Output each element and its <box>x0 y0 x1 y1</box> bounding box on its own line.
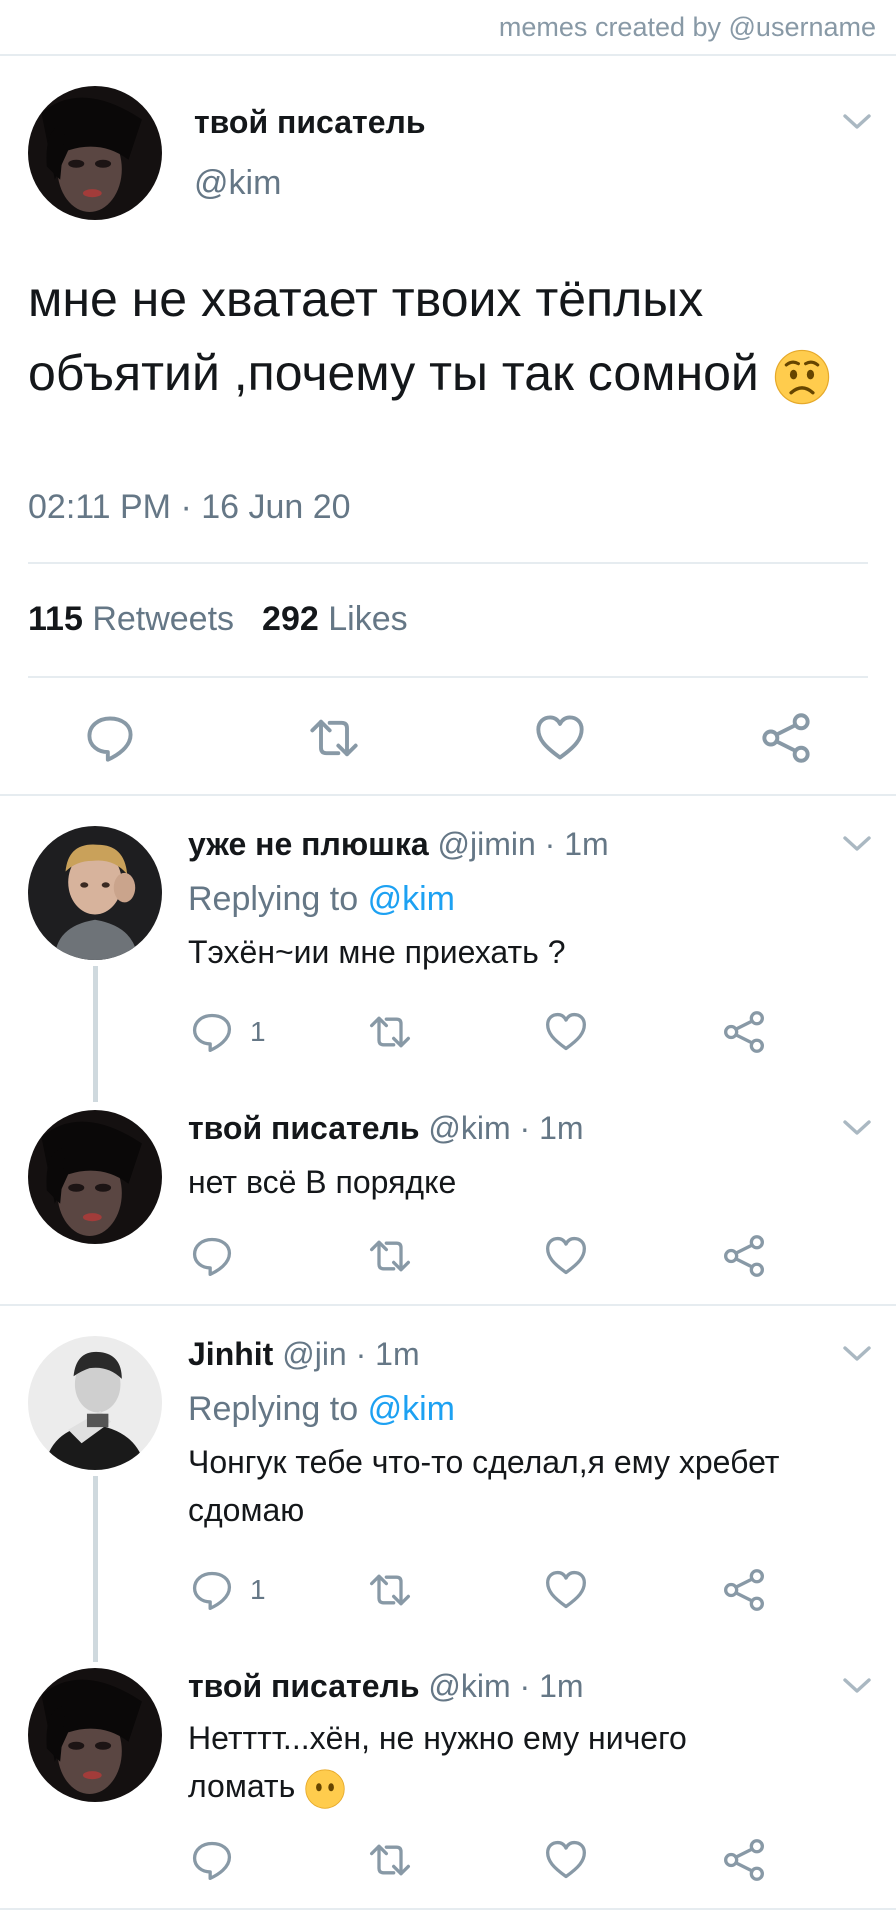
worried-face-icon <box>773 348 831 406</box>
divider <box>0 1908 896 1910</box>
handle[interactable]: @jin <box>282 1336 347 1372</box>
avatar[interactable] <box>28 1336 162 1470</box>
share-icon[interactable] <box>722 1234 766 1278</box>
avatar[interactable] <box>28 86 162 220</box>
chevron-down-icon[interactable] <box>842 834 872 854</box>
tweet-text: мне не хватает твоих тёплых объятий ,поч… <box>28 262 848 410</box>
divider <box>0 1304 896 1306</box>
replying-handle-link[interactable]: @kim <box>368 880 455 918</box>
likes-stat[interactable]: 292 Likes <box>262 600 408 638</box>
reply-icon[interactable] <box>190 1568 234 1612</box>
reply-header: Jinhit @jin · 1m <box>188 1336 420 1373</box>
reply-header: твой писатель @kim · 1m <box>188 1110 584 1147</box>
tweet-stats: 115 Retweets 292 Likes <box>28 600 408 639</box>
reply-icon[interactable] <box>190 1838 234 1882</box>
replying-to: Replying to @kim <box>188 1390 455 1429</box>
retweets-label: Retweets <box>92 600 235 638</box>
reply-text: Нетттт...хён, не нужно ему ничего ломать <box>188 1714 788 1810</box>
heart-icon[interactable] <box>544 1010 588 1054</box>
replying-label: Replying to <box>188 880 359 918</box>
display-name[interactable]: твой писатель <box>188 1110 419 1146</box>
likes-count: 292 <box>262 600 319 638</box>
retweets-count: 115 <box>28 600 83 638</box>
divider <box>28 676 868 678</box>
time: · 1m <box>519 1668 584 1704</box>
reply-text: Чонгук тебе что-то сделал,я ему хребет с… <box>188 1444 780 1528</box>
replying-handle-link[interactable]: @kim <box>368 1390 455 1428</box>
replying-label: Replying to <box>188 1390 359 1428</box>
thread-line <box>93 1476 98 1662</box>
time: · 1m <box>519 1110 584 1146</box>
handle[interactable]: @kim <box>194 164 281 203</box>
replying-to: Replying to @kim <box>188 880 455 919</box>
reply-icon[interactable] <box>190 1234 234 1278</box>
chevron-down-icon[interactable] <box>842 1344 872 1364</box>
jin-avatar-image <box>28 1336 162 1470</box>
reply-count: 1 <box>250 1016 266 1047</box>
retweet-icon[interactable] <box>368 1838 412 1882</box>
share-icon[interactable] <box>722 1010 766 1054</box>
display-name[interactable]: уже не плюшка <box>188 826 429 862</box>
retweet-icon[interactable] <box>368 1010 412 1054</box>
chevron-down-icon[interactable] <box>842 1676 872 1696</box>
avatar[interactable] <box>28 1668 162 1802</box>
reply-header: уже не плюшка @jimin · 1m <box>188 826 609 863</box>
reply-text-body: Нетттт...хён, не нужно ему ничего ломать <box>188 1720 687 1804</box>
reply-header: твой писатель @kim · 1m <box>188 1668 584 1705</box>
thread-line <box>93 966 98 1102</box>
reply-count: 1 <box>250 1574 266 1605</box>
heart-icon[interactable] <box>544 1568 588 1612</box>
share-icon[interactable] <box>760 712 812 764</box>
share-icon[interactable] <box>722 1838 766 1882</box>
avatar[interactable] <box>28 826 162 960</box>
time: · 1m <box>355 1336 420 1372</box>
retweet-icon[interactable] <box>368 1568 412 1612</box>
handle[interactable]: @jimin <box>438 826 536 862</box>
avatar[interactable] <box>28 1110 162 1244</box>
reply-text: Тэхён~ии мне приехать ? <box>188 934 566 970</box>
divider <box>28 562 868 564</box>
chevron-down-icon[interactable] <box>842 1118 872 1138</box>
likes-label: Likes <box>328 600 408 638</box>
reply-icon[interactable] <box>84 712 136 764</box>
heart-icon[interactable] <box>544 1234 588 1278</box>
timestamp: 02:11 PM · 16 Jun 20 <box>28 488 351 526</box>
handle[interactable]: @kim <box>428 1110 510 1146</box>
heart-icon[interactable] <box>544 1838 588 1882</box>
handle[interactable]: @kim <box>428 1668 510 1704</box>
kim-avatar-image <box>28 86 162 220</box>
kim-avatar-image <box>28 1110 162 1244</box>
tweet-text-body: мне не хватает твоих тёплых объятий ,поч… <box>28 271 759 401</box>
chevron-down-icon[interactable] <box>842 112 872 132</box>
display-name[interactable]: твой писатель <box>194 104 425 141</box>
reply-text: нет всё В порядке <box>188 1164 457 1200</box>
divider <box>0 794 896 796</box>
retweet-icon[interactable] <box>368 1234 412 1278</box>
jimin-avatar-image <box>28 826 162 960</box>
face-without-mouth-icon <box>304 1768 346 1810</box>
time: · 1m <box>544 826 609 862</box>
display-name[interactable]: Jinhit <box>188 1336 273 1372</box>
credit-text: memes created by @username <box>498 12 876 42</box>
divider <box>0 54 896 56</box>
heart-icon[interactable] <box>534 712 586 764</box>
kim-avatar-image <box>28 1668 162 1802</box>
reply-icon[interactable] <box>190 1010 234 1054</box>
retweets-stat[interactable]: 115 Retweets <box>28 600 234 638</box>
display-name[interactable]: твой писатель <box>188 1668 419 1704</box>
retweet-icon[interactable] <box>308 712 360 764</box>
share-icon[interactable] <box>722 1568 766 1612</box>
